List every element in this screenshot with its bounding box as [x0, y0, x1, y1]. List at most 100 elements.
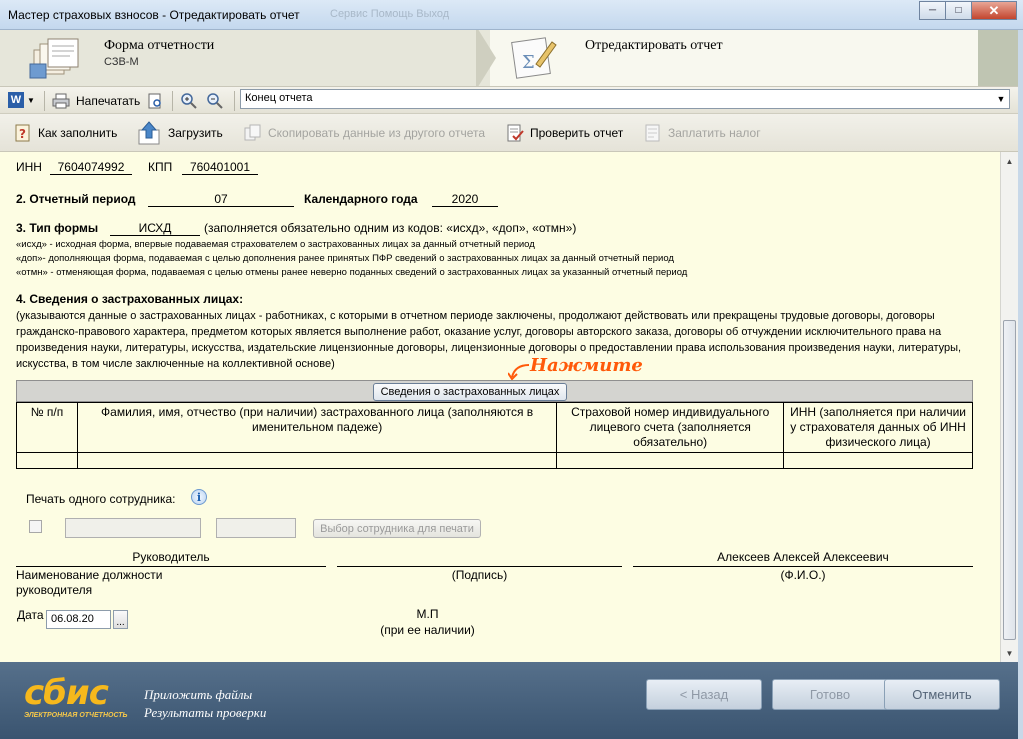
section4-description: (указываются данные о застрахованных лиц…	[16, 310, 962, 370]
pay-tax-button[interactable]: Заплатить налог	[644, 124, 761, 142]
signature-line	[337, 566, 622, 567]
window-titlebar: Мастер страховых взносов - Отредактирова…	[0, 0, 1023, 30]
svg-text:?: ?	[19, 127, 26, 141]
column-header-number: № п/п	[16, 402, 78, 453]
kpp-label: КПП	[148, 160, 173, 174]
inn-value[interactable]: 7604074992	[50, 160, 132, 175]
printer-icon	[52, 93, 70, 109]
payment-document-icon	[645, 124, 660, 142]
done-button[interactable]: Готово	[772, 679, 888, 710]
table-row[interactable]	[16, 452, 973, 469]
form-type-value[interactable]: ИСХД	[110, 221, 200, 236]
table-cell	[783, 452, 973, 469]
window-title: Мастер страховых взносов - Отредактирова…	[8, 8, 300, 22]
attach-files-link[interactable]: Приложить файлы	[144, 687, 252, 703]
copy-icon	[244, 124, 261, 141]
section-select[interactable]: Конец отчета ▼	[240, 89, 1010, 109]
check-report-label: Проверить отчет	[530, 126, 624, 140]
date-picker-button[interactable]: ...	[113, 610, 128, 629]
svg-text:Σ: Σ	[522, 52, 535, 73]
vertical-scrollbar[interactable]: ▲ ▼	[1000, 152, 1018, 662]
check-results-link[interactable]: Результаты проверки	[144, 705, 266, 721]
info-icon[interactable]: i	[191, 489, 207, 505]
print-label: Напечатать	[76, 94, 141, 108]
back-button[interactable]: < Назад	[646, 679, 762, 710]
scrollbar-thumb[interactable]	[1003, 320, 1016, 640]
date-input[interactable]: 06.08.20	[46, 610, 111, 629]
print-button[interactable]: Напечатать	[52, 92, 140, 110]
section4-title: 4. Сведения о застрахованных лицах:	[16, 292, 244, 306]
insured-persons-grid: Сведения о застрахованных лицах № п/п Фа…	[16, 380, 973, 470]
employee-number-field[interactable]	[216, 518, 296, 538]
head-position-caption: Наименование должности руководителя	[16, 568, 163, 597]
head-position-line	[16, 566, 326, 567]
stamp-caption: (при ее наличии)	[380, 623, 475, 637]
annotation-text: Нажмите	[530, 355, 643, 376]
step-chevron	[476, 30, 496, 86]
how-to-fill-button[interactable]: ? Как заполнить	[14, 124, 117, 142]
code-ishd-text: «исхд» - исходная форма, впервые подавае…	[16, 239, 535, 250]
load-button[interactable]: Загрузить	[136, 120, 223, 146]
date-label: Дата	[17, 608, 44, 622]
maximize-button[interactable]: □	[945, 1, 972, 20]
check-document-icon	[507, 124, 524, 142]
copy-data-label: Скопировать данные из другого отчета	[268, 126, 486, 140]
toolbar-print: W ▼ Напечатать Конец отчета ▼	[0, 86, 1023, 114]
edit-report-icon: Σ	[511, 37, 557, 79]
word-export-button[interactable]: W ▼	[8, 92, 35, 108]
scroll-down-icon[interactable]: ▼	[1003, 646, 1016, 660]
print-preview-icon	[148, 93, 161, 109]
cancel-button[interactable]: Отменить	[884, 679, 1000, 710]
kpp-value[interactable]: 760401001	[182, 160, 258, 175]
help-book-icon: ?	[15, 124, 30, 142]
form-type-label: 3. Тип формы	[16, 221, 99, 235]
chevron-down-icon: ▼	[27, 95, 35, 105]
annotation-arrow-icon	[508, 364, 530, 381]
print-one-label: Печать одного сотрудника:	[26, 492, 176, 506]
window-border	[1018, 30, 1023, 739]
period-label: 2. Отчетный период	[16, 192, 136, 206]
select-employee-button[interactable]: Выбор сотрудника для печати	[313, 519, 481, 538]
table-cell	[76, 452, 558, 469]
toolbar-separator	[172, 91, 173, 111]
insured-persons-button[interactable]: Сведения о застрахованных лицах	[373, 383, 567, 401]
zoom-out-icon	[207, 93, 223, 109]
employee-name-field[interactable]	[65, 518, 201, 538]
signature-caption: (Подпись)	[451, 568, 508, 582]
scroll-up-icon[interactable]: ▲	[1003, 154, 1016, 168]
column-header-name: Фамилия, имя, отчество (при наличии) зас…	[76, 402, 558, 453]
step-1-subtitle: СЗВ-М	[104, 56, 139, 68]
toolbar-actions: ? Как заполнить Загрузить Скопировать да…	[0, 114, 1023, 152]
print-one-checkbox[interactable]	[29, 520, 42, 533]
logo-wordmark: сбис	[24, 673, 109, 713]
zoom-out-button[interactable]	[206, 92, 230, 110]
period-value[interactable]: 07	[148, 192, 294, 207]
sbis-logo: сбис ЭЛЕКТРОННАЯ ОТЧЕТНОСТЬ	[24, 676, 127, 719]
window-controls: ─ □ ✕	[919, 1, 1017, 20]
head-name-caption: (Ф.И.О.)	[780, 568, 826, 582]
word-icon: W	[8, 92, 24, 108]
wizard-header: Форма отчетности СЗВ-М Σ Отредактировать…	[0, 30, 1023, 86]
head-name-line	[633, 566, 973, 567]
toolbar-separator	[234, 91, 235, 111]
copy-data-button[interactable]: Скопировать данные из другого отчета	[244, 124, 485, 142]
upload-icon	[138, 121, 160, 145]
print-preview-button[interactable]	[146, 92, 170, 110]
check-report-button[interactable]: Проверить отчет	[506, 124, 623, 142]
logo-tagline: ЭЛЕКТРОННАЯ ОТЧЕТНОСТЬ	[24, 712, 128, 719]
step-2-title: Отредактировать отчет	[585, 38, 723, 53]
ghost-menu-text: Сервис Помощь Выход	[330, 8, 450, 20]
column-header-inn: ИНН (заполняется при наличии у страховат…	[783, 402, 973, 453]
head-position-value[interactable]: Руководитель	[16, 550, 326, 564]
close-button[interactable]: ✕	[971, 1, 1017, 20]
table-cell	[556, 452, 785, 469]
table-cell	[16, 452, 78, 469]
how-to-fill-label: Как заполнить	[38, 126, 118, 140]
year-value[interactable]: 2020	[432, 192, 498, 207]
minimize-button[interactable]: ─	[919, 1, 946, 20]
stamp-label: М.П	[416, 607, 439, 621]
code-dop-text: «доп»- дополняющая форма, подаваемая с ц…	[16, 253, 674, 264]
insured-grid-header: Сведения о застрахованных лицах	[16, 380, 973, 402]
zoom-in-button[interactable]	[180, 92, 204, 110]
head-name-value[interactable]: Алексеев Алексей Алексеевич	[633, 550, 973, 564]
